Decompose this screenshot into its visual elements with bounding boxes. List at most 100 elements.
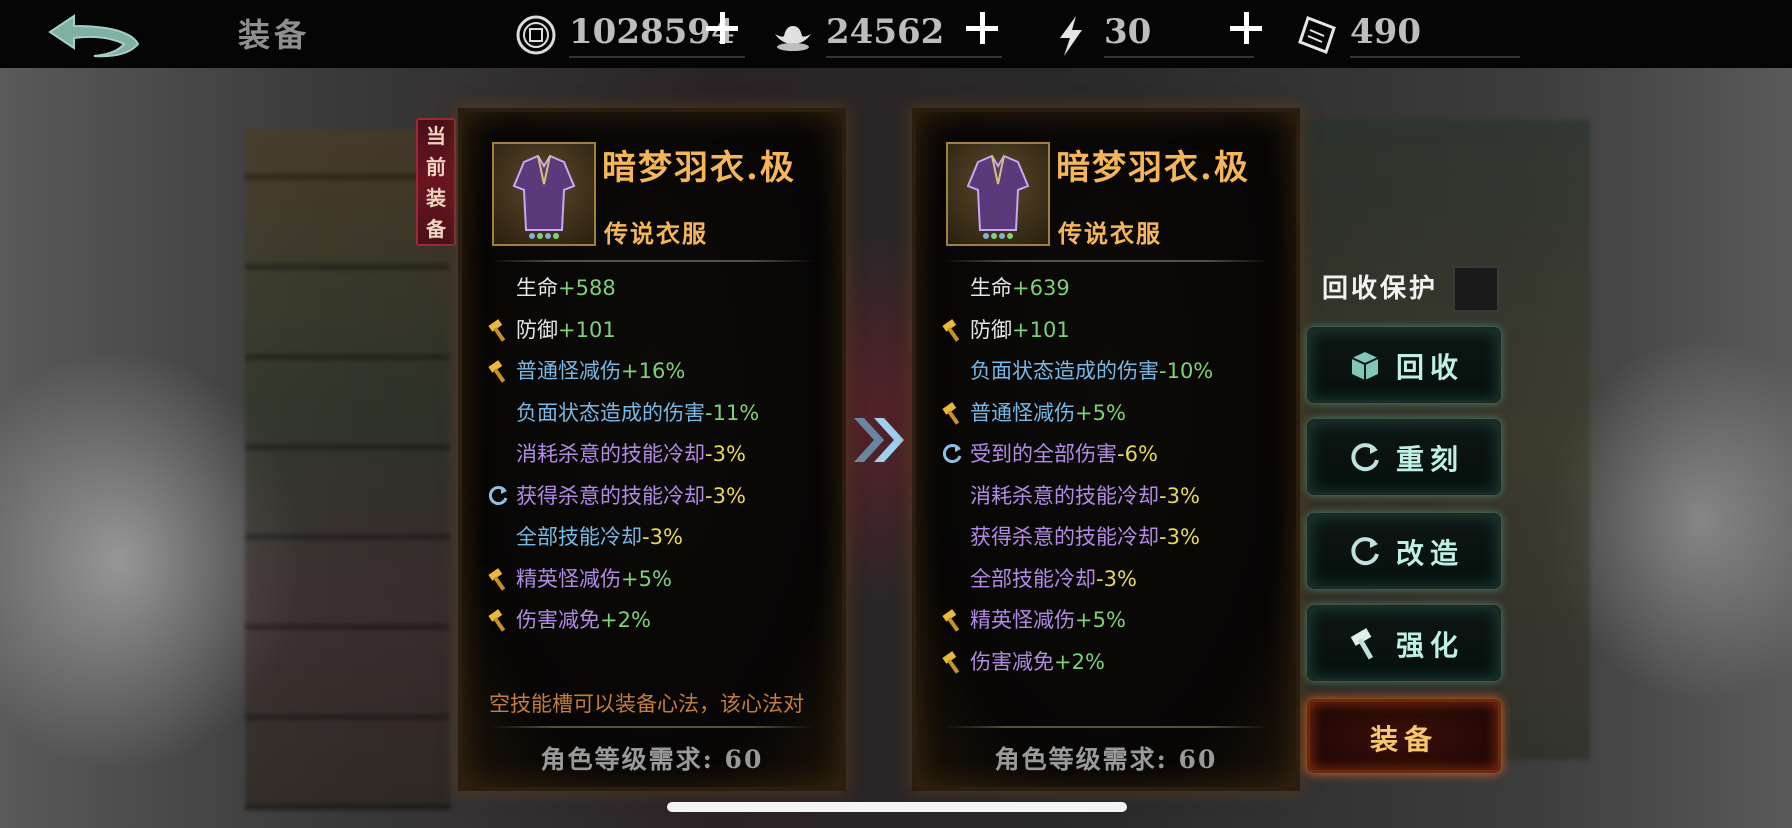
add-silver-button[interactable] [962,8,1002,48]
back-button[interactable] [44,10,144,60]
stat-row: 伤害减免+2% [942,646,1105,680]
item-type: 传说衣服 [1058,219,1162,248]
modify-label: 改造 [1396,537,1465,570]
top-bar: 装备 1028594 24562 30 490 [0,0,1792,68]
tag-char: 当 [426,124,446,148]
item-name: 暗梦羽衣.极 [602,148,796,188]
hammer-icon [486,359,510,383]
stat-value: -3% [1159,483,1200,508]
stat-row: 获得杀意的技能冷却-3% [488,480,746,514]
home-indicator[interactable] [667,802,1127,812]
recycle-label: 回收 [1396,351,1465,384]
enhance-button[interactable]: 强化 [1310,608,1498,678]
reforge-button[interactable]: 重刻 [1310,422,1498,492]
ticket-amount: 490 [1350,12,1421,52]
add-energy-button[interactable] [1226,8,1266,48]
robe-icon [512,154,576,239]
hammer-icon [486,318,510,342]
stat-label: 全部技能冷却 [516,525,642,549]
stat-row: 全部技能冷却-3% [516,521,683,555]
hammer-icon [1350,628,1374,660]
compare-arrow-icon [854,418,904,462]
refresh-icon [1351,443,1379,472]
stat-label: 防御 [970,317,1012,342]
stat-label: 消耗杀意的技能冷却 [970,483,1159,508]
stat-row: 防御+101 [488,314,616,348]
stat-row: 全部技能冷却-3% [970,563,1137,597]
stat-label: 全部技能冷却 [970,566,1096,591]
stat-value: -3% [1096,566,1137,591]
stat-value: -3% [705,442,746,466]
stat-label: 精英怪减伤 [516,566,621,591]
stat-label: 负面状态造成的伤害 [970,359,1159,383]
silver-ingot-icon [775,26,811,51]
stat-row: 生命+639 [970,272,1070,306]
level-requirement: 角色等级需求: 60 [994,745,1218,774]
reforge-label: 重刻 [1396,443,1465,476]
refresh-icon [486,484,510,508]
hammer-icon [940,608,964,632]
stat-value: +16% [621,359,686,383]
divider [944,726,1269,728]
item-type: 传说衣服 [604,219,708,248]
current-equipment-tag: 当 前 装 备 [416,118,456,246]
item-note: 空技能槽可以装备心法，该心法对 [489,692,804,716]
ticket-underline [1350,56,1520,58]
stat-value: +5% [621,566,672,591]
add-coins-button[interactable] [702,8,742,48]
stat-label: 精英怪减伤 [970,608,1075,632]
robe-item-icon[interactable] [946,142,1050,246]
hammer-icon [486,608,510,632]
recycle-box-icon [1351,352,1379,380]
stat-value: -3% [705,483,746,508]
stat-row: 防御+101 [942,314,1070,348]
stat-label: 受到的全部伤害 [970,442,1117,466]
stat-label: 伤害减免 [516,608,600,632]
stat-row: 伤害减免+2% [488,604,651,638]
hammer-icon [486,567,510,591]
refresh-icon [1351,537,1379,566]
stat-label: 防御 [516,317,558,342]
tag-char: 前 [426,155,446,179]
divider [490,726,815,728]
silver-underline [826,56,1002,58]
equip-button[interactable]: 装备 [1310,702,1498,770]
stat-label: 普通怪减伤 [970,400,1075,425]
coin-underline [569,56,745,58]
stat-row: 普通怪减伤+16% [488,355,686,389]
stat-value: +2% [600,608,651,632]
silver-amount: 24562 [826,12,945,52]
stat-row: 获得杀意的技能冷却-3% [970,521,1200,555]
stat-row: 负面状态造成的伤害-11% [516,397,759,431]
energy-underline [1104,56,1254,58]
refresh-icon [940,442,964,466]
item-name: 暗梦羽衣.极 [1056,148,1250,188]
stat-value: -11% [705,400,760,425]
current-item-card: 暗梦羽衣.极 传说衣服 生命+588 防御+101 普通怪减伤+16% 负面状态造成的… [462,112,842,787]
stat-row: 消耗杀意的技能冷却-3% [516,438,746,472]
stat-label: 消耗杀意的技能冷却 [516,442,705,466]
hammer-icon [940,318,964,342]
ticket-scroll-icon [1298,16,1336,54]
stat-row: 受到的全部伤害-6% [942,438,1158,472]
equip-label: 装备 [1369,723,1438,756]
stat-value: +5% [1075,608,1126,632]
hammer-icon [940,650,964,674]
stat-value: -6% [1117,442,1158,466]
new-item-card: 暗梦羽衣.极 传说衣服 生命+639 防御+101 负面状态造成的伤害-10% 普通怪… [916,112,1296,787]
stat-value: -3% [642,525,683,549]
tag-char: 备 [426,217,446,241]
energy-amount: 30 [1104,12,1152,52]
stat-label: 生命 [970,276,1012,300]
recycle-protection-checkbox[interactable] [1453,266,1499,312]
level-requirement: 角色等级需求: 60 [540,745,764,774]
enhance-label: 强化 [1396,629,1465,662]
stat-row: 负面状态造成的伤害-10% [970,355,1213,389]
recycle-button[interactable]: 回收 [1310,330,1498,400]
page-title: 装备 [238,16,311,54]
modify-button[interactable]: 改造 [1310,516,1498,586]
robe-item-icon[interactable] [492,142,596,246]
stat-label: 生命 [516,276,558,300]
stat-row: 普通怪减伤+5% [942,397,1126,431]
stat-row: 精英怪减伤+5% [942,604,1126,638]
